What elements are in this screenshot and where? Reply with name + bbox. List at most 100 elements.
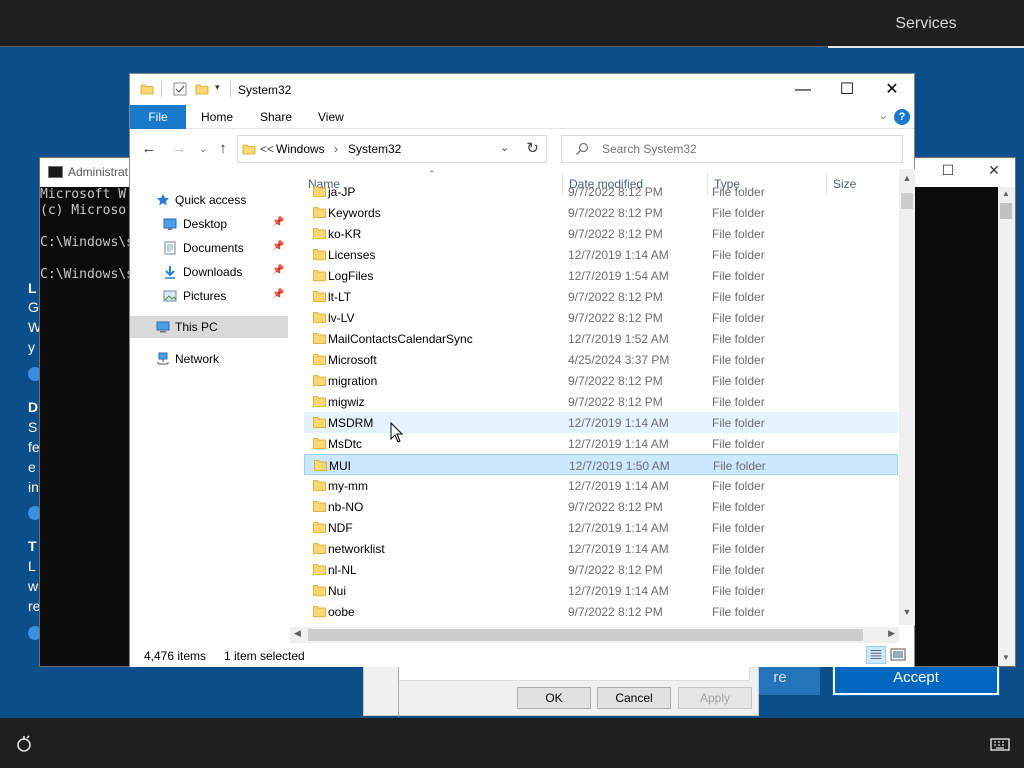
scroll-up-icon[interactable]: ▲: [899, 173, 915, 183]
pin-icon[interactable]: 📌: [272, 265, 284, 276]
help-icon[interactable]: ?: [894, 109, 910, 125]
search-box[interactable]: [561, 135, 903, 163]
large-icons-view-icon[interactable]: [888, 646, 908, 664]
file-type: File folder: [712, 248, 765, 262]
table-row[interactable]: ko-KR 9/7/2022 8:12 PM File folder: [304, 223, 898, 244]
recent-locations-icon[interactable]: ⌄: [194, 140, 212, 158]
table-row[interactable]: networklist 12/7/2019 1:14 AM File folder: [304, 538, 898, 559]
explorer-titlebar[interactable]: ▾ System32 — ☐ ✕: [130, 74, 914, 105]
scroll-thumb[interactable]: [308, 629, 863, 641]
address-bar[interactable]: << Windows › System32 ⌄: [237, 135, 547, 163]
pin-icon[interactable]: 📌: [272, 217, 284, 228]
table-row[interactable]: Licenses 12/7/2019 1:14 AM File folder: [304, 244, 898, 265]
up-icon[interactable]: ↑: [214, 140, 232, 158]
ribbon-tabs: File Home Share View ⌄ ?: [130, 105, 914, 129]
pin-icon[interactable]: 📌: [272, 289, 284, 300]
table-row[interactable]: MailContactsCalendarSync 12/7/2019 1:52 A…: [304, 328, 898, 349]
sidebar-item-downloads[interactable]: Downloads 📌: [130, 261, 288, 283]
table-row[interactable]: lt-LT 9/7/2022 8:12 PM File folder: [304, 286, 898, 307]
scroll-left-icon[interactable]: ◀: [294, 628, 301, 639]
table-row[interactable]: oobe 9/7/2022 8:12 PM File folder: [304, 601, 898, 622]
tab-home[interactable]: Home: [201, 105, 233, 129]
services-tab[interactable]: Services: [828, 0, 1024, 48]
minimize-icon[interactable]: —: [780, 74, 826, 105]
search-icon: [576, 142, 589, 155]
table-row[interactable]: nl-NL 9/7/2022 8:12 PM File folder: [304, 559, 898, 580]
forward-icon[interactable]: →: [170, 140, 188, 158]
address-dropdown-icon[interactable]: ⌄: [500, 141, 509, 154]
close-icon[interactable]: ✕: [869, 74, 915, 105]
cancel-button[interactable]: Cancel: [597, 687, 671, 709]
table-row[interactable]: Microsoft 4/25/2024 3:37 PM File folder: [304, 349, 898, 370]
keyboard-icon[interactable]: [990, 734, 1010, 754]
divider: [161, 81, 162, 97]
details-view-icon[interactable]: [866, 646, 886, 664]
breadcrumb-separator-icon[interactable]: ›: [334, 142, 338, 156]
tab-view[interactable]: View: [318, 105, 344, 129]
file-explorer-window[interactable]: ▾ System32 — ☐ ✕ File Home Share View ⌄ …: [129, 73, 915, 667]
ok-button[interactable]: OK: [517, 687, 591, 709]
breadcrumb-system32[interactable]: System32: [348, 142, 401, 156]
properties-dialog[interactable]: OK Cancel Apply: [363, 660, 759, 717]
sidebar-item-label: Pictures: [183, 289, 227, 303]
close-icon[interactable]: ✕: [983, 162, 1005, 182]
sidebar-item-label: Downloads: [183, 265, 243, 279]
table-row[interactable]: nb-NO 9/7/2022 8:12 PM File folder: [304, 496, 898, 517]
table-row[interactable]: MUI 12/7/2019 1:50 AM File folder: [304, 454, 898, 475]
oobe-text-fragment: fe: [28, 439, 40, 455]
table-row[interactable]: Nui 12/7/2019 1:14 AM File folder: [304, 580, 898, 601]
file-type: File folder: [712, 374, 765, 388]
breadcrumb-windows[interactable]: Windows: [276, 142, 325, 156]
search-input[interactable]: [602, 136, 892, 162]
sidebar-item-quick-access[interactable]: Quick access: [130, 189, 288, 211]
new-folder-icon[interactable]: [195, 82, 209, 96]
expand-ribbon-icon[interactable]: ⌄: [879, 109, 888, 122]
horizontal-scrollbar[interactable]: ◀ ▶: [290, 627, 899, 643]
scroll-thumb[interactable]: [901, 193, 913, 209]
table-row[interactable]: migwiz 9/7/2022 8:12 PM File folder: [304, 391, 898, 412]
sidebar-item-pictures[interactable]: Pictures 📌: [130, 285, 288, 307]
table-row[interactable]: my-mm 12/7/2019 1:14 AM File folder: [304, 475, 898, 496]
back-icon[interactable]: ←: [140, 140, 158, 158]
sidebar-item-this-pc[interactable]: This PC: [130, 316, 288, 338]
date-modified: 12/7/2019 1:54 AM: [568, 269, 669, 283]
folder-icon: [313, 354, 326, 365]
maximize-icon[interactable]: ☐: [824, 74, 870, 105]
sidebar-item-documents[interactable]: Documents 📌: [130, 237, 288, 259]
scroll-down-icon[interactable]: ▼: [998, 653, 1014, 662]
file-type: File folder: [712, 269, 765, 283]
table-row[interactable]: Keywords 9/7/2022 8:12 PM File folder: [304, 202, 898, 223]
date-modified: 12/7/2019 1:52 AM: [568, 332, 669, 346]
oobe-bottom-bar: [0, 718, 1024, 768]
properties-check-icon[interactable]: [173, 82, 187, 96]
table-row[interactable]: lv-LV 9/7/2022 8:12 PM File folder: [304, 307, 898, 328]
apply-button[interactable]: Apply: [678, 687, 752, 709]
table-row[interactable]: LogFiles 12/7/2019 1:54 AM File folder: [304, 265, 898, 286]
file-type: File folder: [712, 416, 765, 430]
cmd-scroll-thumb[interactable]: [1000, 203, 1012, 219]
folder-icon: [140, 84, 154, 95]
downloads-icon: [165, 266, 175, 279]
tab-file[interactable]: File: [130, 105, 186, 129]
cmd-scrollbar[interactable]: ▲ ▼: [998, 187, 1015, 666]
vertical-scrollbar[interactable]: ▲ ▼: [899, 169, 915, 625]
scroll-up-icon[interactable]: ▲: [998, 189, 1014, 198]
tab-share[interactable]: Share: [260, 105, 292, 129]
breadcrumb-overflow[interactable]: <<: [260, 142, 274, 156]
customize-toolbar-icon[interactable]: ▾: [215, 82, 220, 93]
sidebar-item-desktop[interactable]: Desktop 📌: [130, 213, 288, 235]
folder-icon: [313, 480, 326, 491]
table-row[interactable]: NDF 12/7/2019 1:14 AM File folder: [304, 517, 898, 538]
date-modified: 4/25/2024 3:37 PM: [568, 353, 670, 367]
file-name: nl-NL: [328, 563, 357, 577]
refresh-icon[interactable]: ↻: [519, 135, 547, 163]
scroll-right-icon[interactable]: ▶: [888, 628, 895, 639]
maximize-icon[interactable]: ☐: [937, 162, 959, 182]
scroll-down-icon[interactable]: ▼: [899, 607, 915, 617]
table-row[interactable]: migration 9/7/2022 8:12 PM File folder: [304, 370, 898, 391]
pin-icon[interactable]: 📌: [272, 241, 284, 252]
sidebar-item-network[interactable]: Network: [130, 348, 288, 370]
desktop-icon: [163, 218, 177, 230]
ease-of-access-icon[interactable]: [14, 734, 34, 754]
table-row[interactable]: ja-JP 9/7/2022 8:12 PM File folder: [304, 181, 898, 202]
